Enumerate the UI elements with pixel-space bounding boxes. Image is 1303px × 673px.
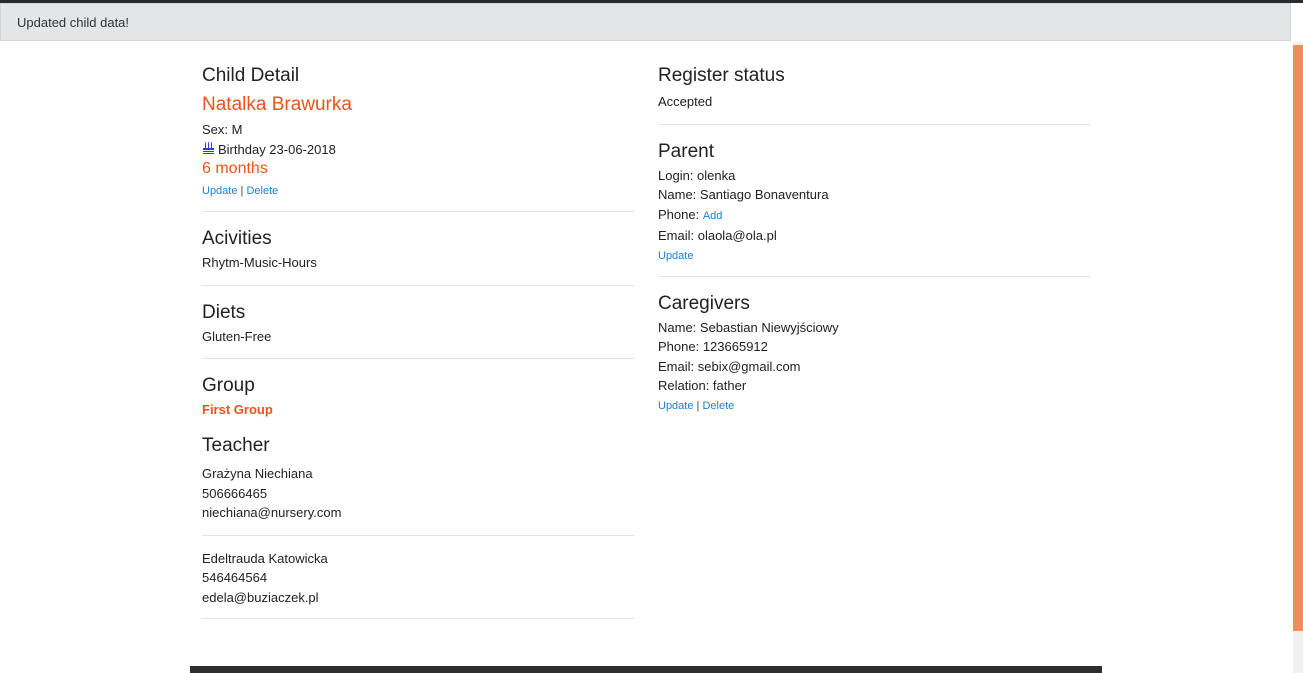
activity-item: Rhytm-Music-Hours	[202, 255, 317, 270]
child-birthday-row: Birthday 23-06-2018	[202, 140, 634, 160]
divider	[202, 211, 634, 212]
diet-item: Gluten-Free	[202, 328, 272, 344]
caregiver-actions: Update | Delete	[658, 398, 1090, 414]
left-column: Child Detail Natalka Brawurka Sex: M Bir…	[202, 60, 634, 619]
divider	[202, 284, 634, 286]
diets-heading: Diets	[202, 301, 246, 323]
diets-section: Diets Gluten-Free	[202, 297, 634, 347]
activities-heading: Acivities	[202, 228, 272, 249]
parent-actions: Update	[658, 248, 1090, 264]
caregiver-relation: Relation: father	[658, 378, 747, 393]
caregiver-email: Email: sebix@gmail.com	[658, 358, 801, 374]
activities-section: Acivities Rhytm-Music-Hours	[202, 223, 634, 273]
update-child-link[interactable]: Update	[202, 185, 237, 197]
vertical-scrollbar[interactable]	[1293, 42, 1303, 673]
teacher-email: edela@buziaczek.pl	[202, 589, 319, 605]
birthday-cake-icon	[202, 141, 215, 154]
child-name: Natalka Brawurka	[202, 94, 352, 115]
child-sex: Sex: M	[202, 122, 243, 137]
teacher-entry: Grażyna Niechiana 506666465 niechiana@nu…	[202, 464, 634, 523]
group-section: Group First Group	[202, 370, 634, 420]
teacher-phone: 506666465	[202, 485, 268, 501]
delete-child-link[interactable]: Delete	[246, 185, 278, 197]
update-caregiver-link[interactable]: Update	[658, 400, 693, 412]
parent-login: Login: olenka	[658, 167, 736, 183]
divider	[202, 534, 634, 536]
group-name: First Group	[202, 402, 273, 417]
group-heading: Group	[202, 375, 255, 396]
child-detail-section: Child Detail Natalka Brawurka Sex: M Bir…	[202, 60, 634, 199]
right-column: Register status Accepted Parent Login: o…	[658, 60, 1090, 414]
divider	[658, 123, 1090, 125]
parent-phone-label: Phone:	[658, 206, 700, 222]
caregiver-name: Name: Sebastian Niewyjściowy	[658, 319, 839, 335]
parent-section: Parent Login: olenka Name: Santiago Bona…	[658, 136, 1090, 264]
add-phone-link[interactable]: Add	[703, 210, 723, 222]
update-parent-link[interactable]: Update	[658, 250, 693, 262]
parent-name: Name: Santiago Bonaventura	[658, 187, 829, 202]
caregiver-phone: Phone: 123665912	[658, 339, 768, 354]
teacher-section: Teacher Grażyna Niechiana 506666465 niec…	[202, 430, 634, 619]
divider	[202, 618, 634, 619]
caregivers-section: Caregivers Name: Sebastian Niewyjściowy …	[658, 288, 1090, 414]
link-separator: |	[240, 185, 244, 197]
caregivers-heading: Caregivers	[658, 292, 750, 314]
delete-caregiver-link[interactable]: Delete	[702, 400, 734, 412]
divider	[202, 358, 634, 359]
teacher-entry: Edeltrauda Katowicka 546464564 edela@buz…	[202, 549, 634, 608]
register-status-heading: Register status	[658, 65, 785, 86]
alert-message: Updated child data!	[0, 3, 1291, 41]
teacher-phone: 546464564	[202, 570, 268, 585]
register-status-value: Accepted	[658, 94, 713, 109]
child-age: 6 months	[202, 160, 268, 177]
teacher-name: Edeltrauda Katowicka	[202, 550, 328, 566]
teacher-name: Grażyna Niechiana	[202, 466, 313, 481]
divider	[658, 275, 1090, 277]
parent-email: Email: olaola@ola.pl	[658, 228, 777, 243]
teacher-email: niechiana@nursery.com	[202, 505, 342, 520]
link-separator: |	[696, 399, 700, 412]
child-birthday: Birthday 23-06-2018	[218, 141, 336, 157]
child-detail-heading: Child Detail	[202, 65, 300, 86]
scrollbar-thumb[interactable]	[1293, 45, 1303, 631]
teacher-heading: Teacher	[202, 435, 270, 456]
child-actions: Update | Delete	[202, 183, 634, 199]
register-status-section: Register status Accepted	[658, 60, 1090, 112]
parent-heading: Parent	[658, 140, 714, 162]
parent-phone-row: Phone: Add	[658, 205, 1090, 227]
footer-bar	[190, 666, 1102, 673]
